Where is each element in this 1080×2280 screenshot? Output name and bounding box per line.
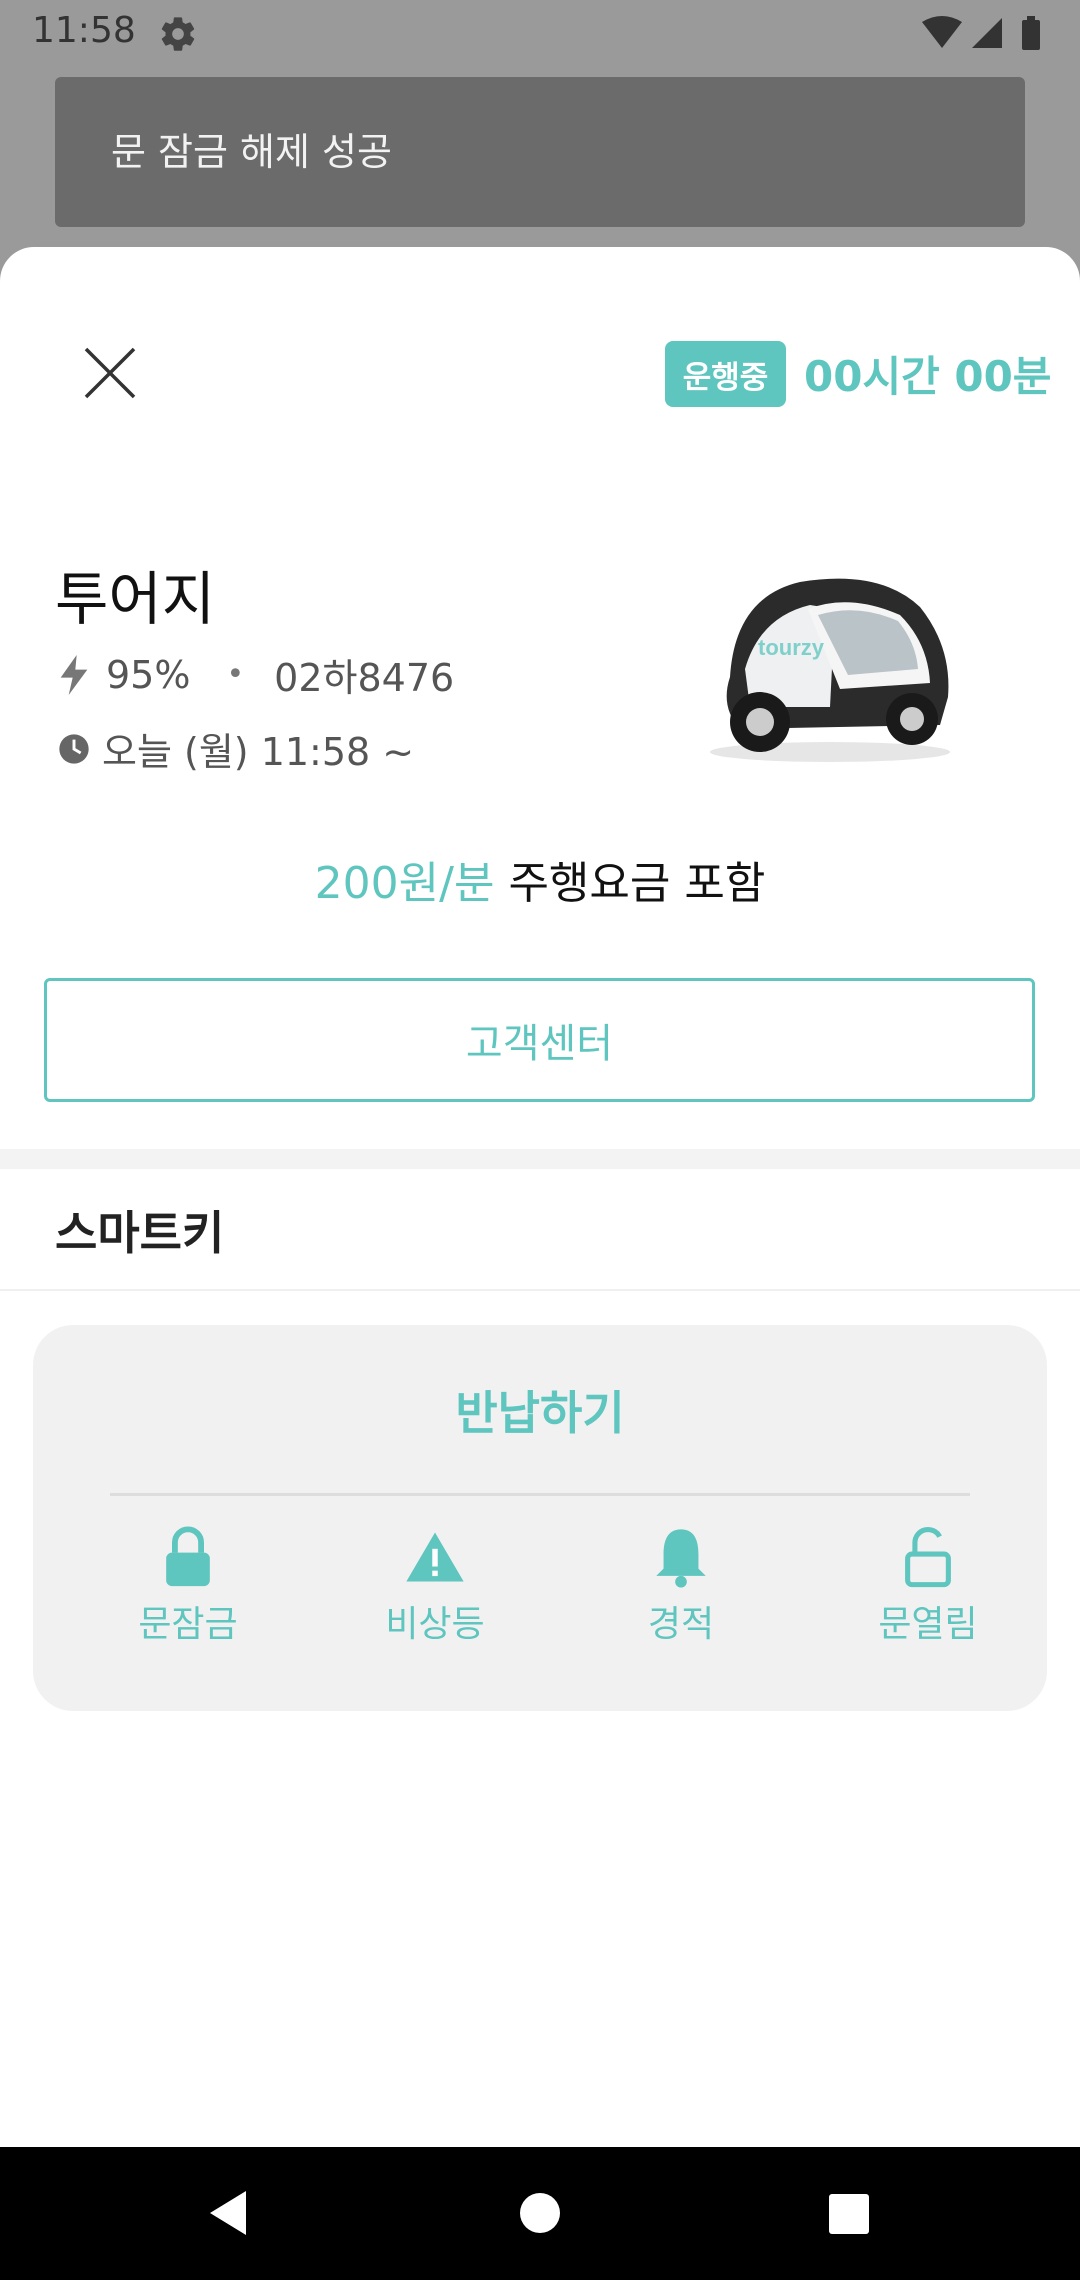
smartkey-panel: 반납하기 문잠금 비상등 경적 문열림 xyxy=(33,1325,1047,1711)
warning-icon xyxy=(406,1532,464,1582)
lock-icon xyxy=(166,1526,210,1587)
status-badge: 운행중 xyxy=(665,341,786,407)
settings-gear-icon xyxy=(161,17,195,51)
signal-icon xyxy=(972,18,1002,48)
customer-center-button[interactable]: 고객센터 xyxy=(44,978,1035,1102)
unlock-label: 문열림 xyxy=(878,1604,978,1645)
lightning-icon xyxy=(60,654,88,695)
battery-icon xyxy=(1022,20,1040,50)
car-info-row: 95% • 02하8476 xyxy=(58,647,454,702)
horn-button[interactable]: 경적 xyxy=(581,1525,781,1665)
rental-sheet: 운행중 00시간 00분 투어지 95% • 02하8476 오늘 (월) 11… xyxy=(0,247,1080,2147)
home-icon[interactable] xyxy=(518,2191,562,2235)
system-status-icons xyxy=(922,16,1040,50)
close-icon[interactable] xyxy=(82,345,138,401)
toast-message: 문 잠금 해제 성공 xyxy=(55,77,1025,227)
clock-icon xyxy=(59,733,89,764)
elapsed-timer: 00시간 00분 xyxy=(804,352,1052,401)
plate-number: 02하8476 xyxy=(274,656,455,700)
status-bar: 11:58 xyxy=(0,0,1080,66)
recents-icon[interactable] xyxy=(828,2193,870,2235)
bell-icon xyxy=(656,1529,706,1588)
section-divider xyxy=(0,1149,1080,1169)
unlock-button[interactable]: 문열림 xyxy=(828,1525,1028,1665)
hazard-button[interactable]: 비상등 xyxy=(335,1525,535,1665)
horn-label: 경적 xyxy=(647,1604,715,1645)
battery-level: 95% xyxy=(106,652,191,697)
hazard-label: 비상등 xyxy=(385,1604,485,1645)
svg-text:tourzy: tourzy xyxy=(758,635,825,660)
back-icon[interactable] xyxy=(202,2187,252,2239)
wifi-icon xyxy=(922,16,962,48)
unlock-icon xyxy=(905,1527,951,1588)
start-time: 오늘 (월) 11:58 ~ xyxy=(102,730,415,774)
car-name: 투어지 xyxy=(55,565,216,633)
price-rate: 200원/분 xyxy=(314,858,495,909)
lock-label: 문잠금 xyxy=(138,1604,238,1645)
lock-button[interactable]: 문잠금 xyxy=(88,1525,288,1665)
smartkey-divider xyxy=(0,1289,1080,1291)
return-button[interactable]: 반납하기 xyxy=(33,1355,1047,1465)
car-image: tourzy xyxy=(710,578,950,762)
separator-dot: • xyxy=(226,657,245,692)
price-info: 200원/분 주행요금 포함 xyxy=(0,847,1080,911)
price-note: 주행요금 포함 xyxy=(508,858,766,909)
panel-divider xyxy=(110,1493,970,1496)
start-time-row: 오늘 (월) 11:58 ~ xyxy=(58,721,414,776)
smartkey-title: 스마트키 xyxy=(55,1206,225,1260)
navigation-bar xyxy=(0,2147,1080,2280)
status-time: 11:58 xyxy=(32,10,136,51)
